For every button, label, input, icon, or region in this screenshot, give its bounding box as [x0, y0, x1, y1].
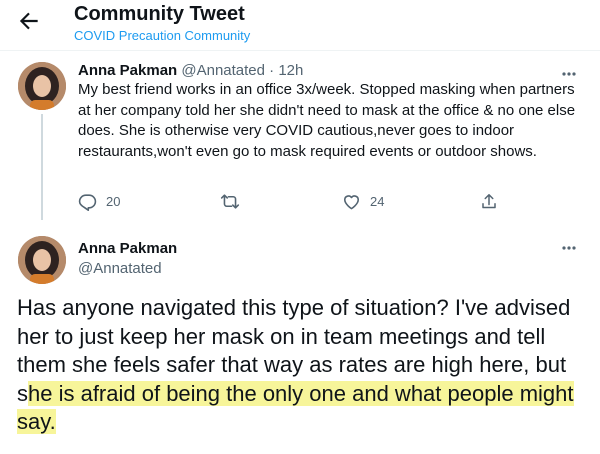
tweet-text: Has anyone navigated this type of situat…: [17, 294, 587, 437]
avatar[interactable]: [18, 62, 66, 110]
tweet-actions: 20 24: [78, 192, 518, 214]
reply-count: 20: [106, 194, 121, 209]
author-name[interactable]: Anna Pakman: [78, 240, 177, 257]
tweet-meta: Anna Pakman @Annatated · 12h: [78, 62, 303, 79]
back-arrow-icon[interactable]: [16, 8, 42, 34]
share-icon: [482, 194, 496, 209]
header: Community Tweet COVID Precaution Communi…: [0, 0, 600, 50]
tweet-time[interactable]: 12h: [278, 62, 303, 79]
more-icon[interactable]: [562, 237, 576, 253]
thread-line: [41, 114, 43, 220]
meta-separator: ·: [265, 62, 279, 79]
like-button[interactable]: 24: [342, 192, 384, 211]
retweet-icon: [220, 194, 240, 209]
page-title: Community Tweet: [74, 3, 245, 25]
community-link[interactable]: COVID Precaution Community: [74, 28, 250, 43]
like-count: 24: [370, 194, 385, 209]
author-name[interactable]: Anna Pakman: [78, 62, 177, 79]
tweet-text: My best friend works in an office 3x/wee…: [78, 81, 576, 160]
author-handle[interactable]: @Annatated: [181, 62, 265, 79]
like-icon: [343, 195, 360, 210]
retweet-button[interactable]: [220, 192, 249, 211]
avatar[interactable]: [18, 236, 66, 284]
reply-icon: [78, 194, 97, 211]
author-handle[interactable]: @Annatated: [78, 260, 162, 277]
reply-button[interactable]: 20: [78, 192, 120, 211]
tweet-text-highlight: he is afraid of being the only one and w…: [17, 380, 574, 434]
share-button[interactable]: [480, 192, 498, 211]
divider: [0, 50, 600, 51]
more-icon[interactable]: [562, 63, 576, 79]
